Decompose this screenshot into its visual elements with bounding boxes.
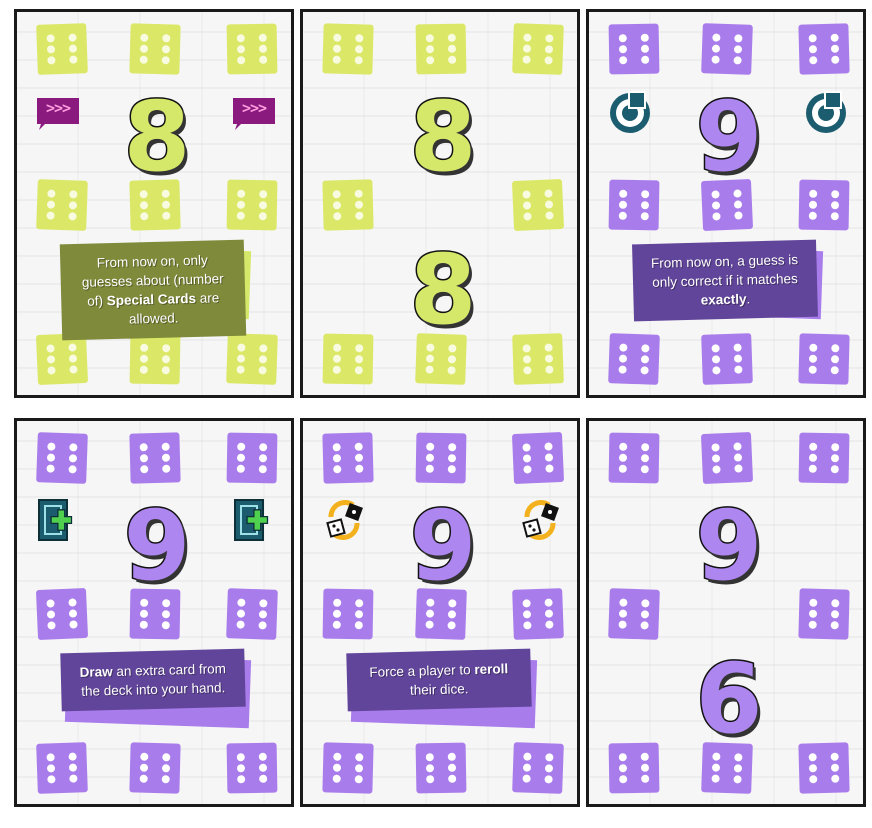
- die-six-icon: [511, 431, 565, 485]
- reroll-dice-icon: [517, 497, 563, 543]
- effect-text-post: .: [746, 291, 751, 307]
- game-card[interactable]: 96: [586, 418, 866, 807]
- card-value-top: 9: [408, 490, 478, 603]
- card-value-top: 9: [694, 490, 764, 603]
- die-six-icon: [36, 742, 88, 794]
- die-six-icon: [226, 432, 278, 484]
- die-six-icon: [608, 333, 660, 385]
- die-six-icon: [512, 588, 564, 640]
- die-six-icon: [798, 432, 850, 484]
- die-six-icon: [226, 333, 278, 385]
- effect-text-pre: Force a player to: [369, 662, 475, 680]
- die-six-icon: [798, 23, 850, 75]
- die-six-icon: [608, 588, 660, 640]
- effect-text-emphasis: Special Cards: [106, 290, 197, 309]
- card-effect-text: Draw an extra card from the deck into yo…: [60, 648, 246, 712]
- die-six-icon: [700, 431, 754, 485]
- card-effect-text: Force a player to reroll their dice.: [346, 648, 532, 712]
- die-six-icon: [608, 432, 660, 484]
- die-six-icon: [512, 23, 564, 75]
- game-card[interactable]: 88: [300, 9, 580, 398]
- die-six-icon: [322, 179, 374, 231]
- card-value-top: 8: [122, 81, 192, 194]
- target-icon: [607, 88, 653, 134]
- game-card[interactable]: 9 Force a player to reroll their dice.: [300, 418, 580, 807]
- die-six-icon: [322, 333, 374, 385]
- die-six-icon: [36, 179, 88, 231]
- die-six-icon: [129, 23, 181, 75]
- die-six-icon: [322, 432, 374, 484]
- die-six-icon: [36, 432, 88, 484]
- die-six-icon: [129, 742, 181, 794]
- die-six-icon: [35, 332, 89, 386]
- die-six-icon: [701, 23, 753, 75]
- die-six-icon: [701, 333, 753, 385]
- icon-label: >>>: [45, 99, 71, 117]
- die-six-icon: [35, 587, 89, 641]
- die-six-icon: [415, 742, 467, 794]
- speech-arrows-icon: >>>: [231, 88, 277, 134]
- die-six-icon: [512, 333, 564, 385]
- die-six-icon: [322, 23, 374, 75]
- card-value-top: 9: [122, 490, 192, 603]
- die-six-icon: [798, 333, 850, 385]
- game-card[interactable]: 9 From now on, a guess is only correct if…: [586, 9, 866, 398]
- die-six-icon: [798, 742, 850, 794]
- die-six-icon: [608, 23, 660, 75]
- card-effect-text: From now on, a guess is only correct if …: [632, 239, 818, 322]
- die-six-icon: [226, 742, 278, 794]
- add-card-icon: [35, 497, 81, 543]
- die-six-icon: [511, 178, 565, 232]
- effect-text-emphasis: Draw: [79, 664, 113, 680]
- card-effect-text: From now on, only guesses about (number …: [59, 239, 247, 341]
- die-six-icon: [129, 333, 181, 385]
- die-six-icon: [798, 588, 850, 640]
- die-six-icon: [36, 23, 88, 75]
- card-value-top: 9: [694, 81, 764, 194]
- die-six-icon: [226, 588, 278, 640]
- target-icon: [803, 88, 849, 134]
- die-six-icon: [322, 588, 374, 640]
- effect-text-emphasis: exactly: [700, 291, 747, 308]
- card-value-bottom: 6: [694, 643, 764, 756]
- die-six-icon: [798, 179, 850, 231]
- effect-text-pre: From now on, a guess is only correct if …: [650, 252, 799, 290]
- die-six-icon: [608, 742, 660, 794]
- die-six-icon: [129, 432, 181, 484]
- die-six-icon: [512, 742, 564, 794]
- die-six-icon: [322, 742, 374, 794]
- card-value-bottom: 8: [408, 234, 478, 347]
- card-value-top: 8: [408, 81, 478, 194]
- die-six-icon: [415, 23, 467, 75]
- add-card-icon: [231, 497, 277, 543]
- game-card[interactable]: 9 Draw an extra card from the deck into y…: [14, 418, 294, 807]
- die-six-icon: [608, 179, 660, 231]
- die-six-icon: [415, 432, 467, 484]
- effect-text-emphasis: reroll: [474, 661, 509, 678]
- icon-label: >>>: [241, 99, 267, 117]
- effect-text-post: their dice.: [409, 681, 469, 698]
- die-six-icon: [226, 23, 278, 75]
- game-card[interactable]: 8 >>> >>> From now on, only guesses about (…: [14, 9, 294, 398]
- speech-arrows-icon: >>>: [35, 88, 81, 134]
- die-six-icon: [226, 179, 278, 231]
- reroll-dice-icon: [321, 497, 367, 543]
